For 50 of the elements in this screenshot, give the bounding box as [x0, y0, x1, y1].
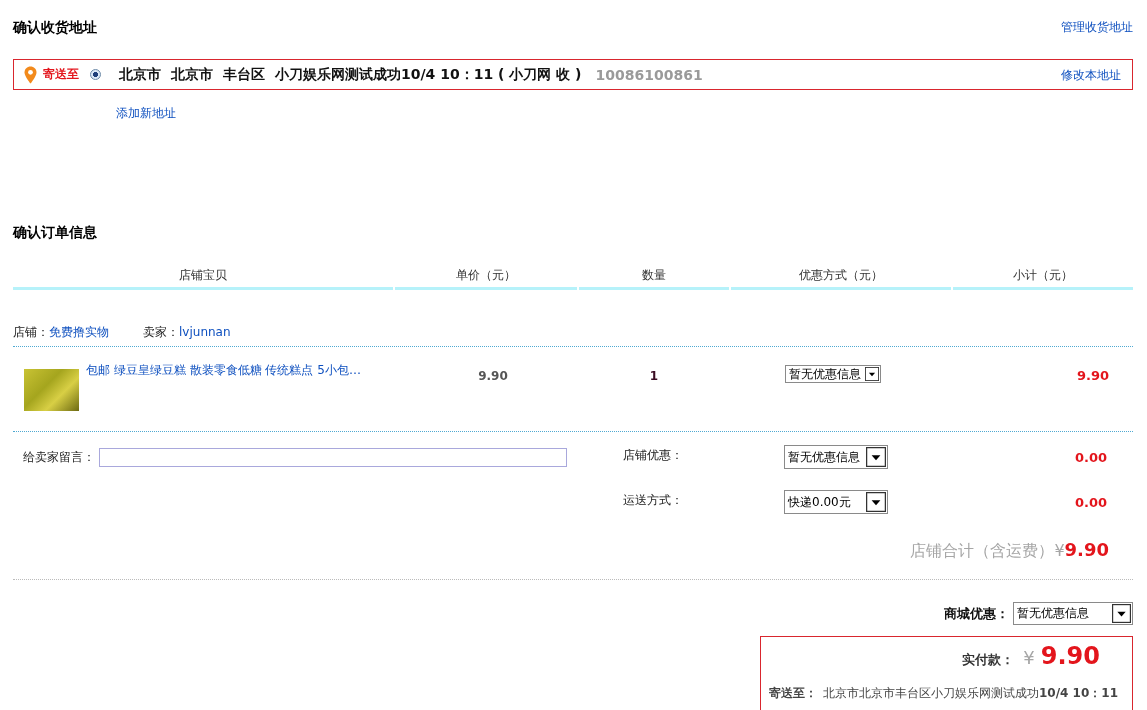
- unit-price: 9.90: [477, 368, 509, 385]
- amount-due-label: 实付款：: [962, 651, 1015, 669]
- shop-total-amount: 9.90: [1064, 540, 1109, 560]
- edit-address-link[interactable]: 修改本地址: [1061, 67, 1121, 82]
- currency-symbol: ¥: [1023, 647, 1035, 668]
- column-header: 单价（元）: [395, 244, 577, 290]
- ship-to-address: 北京市北京市丰台区小刀娱乐网测试成功10/4 10：11: [823, 685, 1118, 702]
- option-label: 店铺优惠：: [623, 446, 684, 464]
- shop-name-link[interactable]: 免费撸实物: [49, 324, 109, 340]
- add-address-link[interactable]: 添加新地址: [116, 105, 176, 121]
- currency-symbol: ¥: [1054, 541, 1065, 561]
- mall-discount-label: 商城优惠：: [944, 604, 1009, 623]
- shop-label: 店铺：: [13, 324, 49, 340]
- option-select[interactable]: 快递0.00元: [784, 490, 888, 514]
- quantity: 1: [648, 368, 660, 385]
- message-label: 给卖家留言：: [23, 448, 95, 466]
- subtotal: 9.90: [1075, 367, 1110, 385]
- caret-icon: [866, 492, 886, 512]
- location-pin-icon: [24, 65, 37, 84]
- column-header: 小计（元）: [953, 244, 1133, 290]
- manage-address-link[interactable]: 管理收货地址: [1061, 19, 1133, 35]
- column-header: 店铺宝贝: [13, 244, 393, 290]
- option-amount: 0.00: [1073, 494, 1108, 510]
- photo-placeholder: [24, 369, 79, 411]
- ship-to-label: 寄送至：: [769, 685, 817, 702]
- caret-icon: [866, 447, 886, 467]
- product-title-link[interactable]: 包邮 绿豆皇绿豆糕 散装零食低糖 传统糕点 5小包…: [86, 362, 361, 378]
- phone-number: 10086100861: [595, 66, 703, 83]
- mall-discount-select[interactable]: 暂无优惠信息: [1013, 602, 1133, 625]
- address-text: 北京市: [171, 65, 213, 84]
- address-text: 北京市: [119, 65, 161, 84]
- discount-select[interactable]: 暂无优惠信息: [785, 365, 881, 383]
- option-label: 运送方式：: [623, 491, 684, 509]
- caret-icon: [1112, 604, 1131, 623]
- seller-name-link[interactable]: lvjunnan: [179, 324, 231, 340]
- address-text: 丰台区: [223, 65, 265, 84]
- option-select[interactable]: 暂无优惠信息: [784, 445, 888, 469]
- address-text: 小刀娱乐网测试成功10/4 10：11 ( 小刀网 收 ): [275, 65, 582, 84]
- shop-total-label: 店铺合计（含运费）: [910, 541, 1055, 561]
- ship-to-label: 寄送至: [43, 66, 79, 83]
- amount-due: 9.90: [1040, 642, 1100, 670]
- radio-button[interactable]: [90, 69, 101, 80]
- caret-icon: [865, 367, 879, 381]
- section-title: 确认收货地址: [13, 18, 97, 37]
- section-title: 确认订单信息: [13, 223, 97, 242]
- column-header: 优惠方式（元）: [731, 244, 951, 290]
- message-input[interactable]: [99, 447, 567, 467]
- option-amount: 0.00: [1073, 449, 1108, 465]
- column-header: 数量: [579, 244, 729, 290]
- seller-label: 卖家：: [143, 324, 179, 340]
